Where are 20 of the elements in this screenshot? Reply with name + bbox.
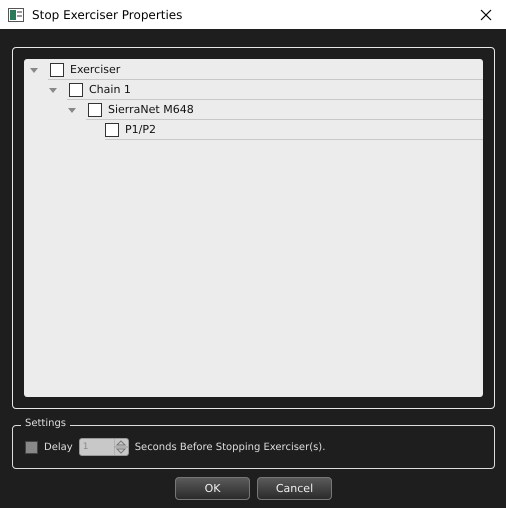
checkbox-label: Delay xyxy=(44,442,73,452)
checkbox[interactable] xyxy=(50,62,64,76)
expand-triangle-icon[interactable] xyxy=(68,106,76,114)
dialog-button[interactable]: Cancel xyxy=(257,477,332,500)
checkbox[interactable] xyxy=(88,102,102,116)
checkbox[interactable] xyxy=(25,440,38,454)
app-icon xyxy=(8,8,24,22)
group-title: Settings xyxy=(21,418,70,429)
tree-item-label[interactable]: P1/P2 xyxy=(125,123,156,136)
tree-item-label[interactable]: Chain 1 xyxy=(89,83,131,96)
window-title: Stop Exerciser Properties xyxy=(32,8,184,22)
tree-item-label[interactable]: SierraNet M648 xyxy=(108,103,194,116)
checkbox[interactable] xyxy=(69,82,83,96)
expand-triangle-icon[interactable] xyxy=(49,86,57,94)
delay-description: Seconds Before Stopping Exerciser(s). xyxy=(134,442,326,452)
expand-triangle-icon[interactable] xyxy=(30,66,38,74)
close-icon[interactable] xyxy=(480,8,492,20)
dialog-button[interactable]: OK xyxy=(175,477,250,500)
checkbox[interactable] xyxy=(105,122,119,136)
tree-item-label[interactable]: Exerciser xyxy=(70,63,120,76)
